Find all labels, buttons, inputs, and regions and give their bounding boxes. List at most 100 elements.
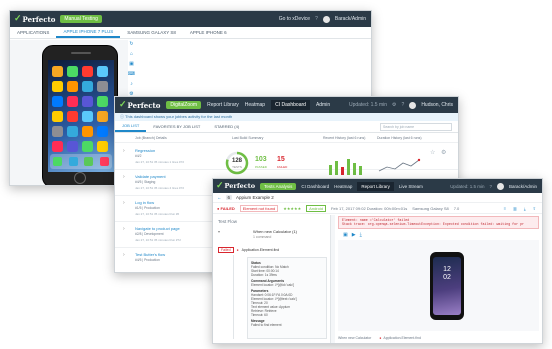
app-icon[interactable] (52, 66, 63, 77)
app-icon[interactable] (82, 96, 93, 107)
app-icon[interactable] (97, 141, 108, 152)
app-icon[interactable] (82, 141, 93, 152)
job-name[interactable]: Validate payment (135, 174, 166, 179)
video-icon[interactable]: ▶ (352, 232, 356, 238)
job-name[interactable]: Test Butter's flow (135, 252, 165, 257)
app-icon[interactable] (67, 111, 78, 122)
app-icon[interactable] (67, 126, 78, 137)
manual-testing-pill[interactable]: Manual Testing (60, 15, 102, 23)
avatar[interactable] (496, 182, 504, 190)
expand-icon[interactable]: › (123, 226, 125, 232)
device-side-toolbar: ↻ ⌂ ▣ ⌨ ♪ ⚙ (128, 41, 135, 97)
job-meta: Jan 27, 10:51 35 minutes 4 lines #72 (135, 186, 185, 190)
app-icon[interactable] (82, 66, 93, 77)
job-name[interactable]: Regression (135, 148, 155, 153)
dock-phone-icon[interactable] (53, 157, 63, 166)
tab-starred[interactable]: STARRED (4) (207, 121, 246, 132)
app-icon[interactable] (97, 96, 108, 107)
app-icon[interactable] (97, 126, 108, 137)
tab-iphone7plus[interactable]: APPLE IPHONE 7 PLUS (56, 27, 121, 38)
gear-icon[interactable]: ⚙ (441, 149, 446, 156)
star-icon[interactable]: ☆ (430, 149, 435, 156)
user-name[interactable]: Barack/Admin (335, 16, 366, 22)
help-icon[interactable]: ? (402, 102, 405, 108)
app-icon[interactable] (67, 141, 78, 152)
iphone-device[interactable] (42, 45, 118, 185)
phone-earpiece (71, 52, 91, 54)
app-icon[interactable] (67, 81, 78, 92)
nav-ci-dashboard[interactable]: CI Dashboard (271, 100, 310, 110)
collapse-icon[interactable]: ▾ (218, 229, 220, 234)
app-icon[interactable] (52, 81, 63, 92)
nav-heatmap[interactable]: Heatmap (334, 184, 352, 189)
tab-favorites[interactable]: FAVORITES BY JOB LIST (146, 121, 207, 132)
back-arrow-icon[interactable]: ← (217, 195, 222, 200)
screenshot-icon[interactable]: ▣ (129, 61, 134, 67)
step-row[interactable]: ▾ When new Calculator (1) 1 command (218, 229, 327, 243)
download-icon[interactable]: ⤓ (524, 206, 526, 211)
avatar[interactable] (409, 101, 417, 109)
tab-galaxy-s8[interactable]: SAMSUNG GALAXY S8 (120, 27, 183, 38)
app-icon[interactable] (97, 66, 108, 77)
job-name[interactable]: Log in flow (135, 200, 154, 205)
nav-report-library[interactable]: Report Library (207, 102, 239, 108)
help-icon[interactable]: ? (489, 184, 492, 189)
user-name[interactable]: Hudson, Chris (421, 102, 453, 108)
tab-applications[interactable]: APPLICATIONS (10, 27, 56, 38)
app-icon[interactable] (82, 126, 93, 137)
app-icon[interactable] (52, 141, 63, 152)
app-icon[interactable] (52, 111, 63, 122)
home-icon[interactable]: ⌂ (130, 51, 133, 57)
avatar[interactable] (322, 15, 330, 23)
settings-icon[interactable]: ⚙ (392, 102, 396, 108)
tab-iphone6[interactable]: APPLE IPHONE 6 (183, 27, 234, 38)
user-name[interactable]: Barack/Admin (509, 184, 537, 189)
app-icon[interactable] (97, 111, 108, 122)
rotate-icon[interactable]: ↻ (129, 41, 133, 47)
perfecto-logo[interactable]: ✓ Perfecto (216, 181, 255, 191)
app-icon[interactable] (52, 96, 63, 107)
galaxy-device[interactable]: 12 02 (430, 252, 464, 320)
app-icon[interactable] (97, 81, 108, 92)
dock-messages-icon[interactable] (84, 157, 94, 166)
phone-screen[interactable] (48, 60, 114, 172)
app-icon[interactable] (82, 81, 93, 92)
help-icon[interactable]: ? (315, 16, 318, 22)
expand-icon[interactable]: › (123, 174, 125, 180)
nav-admin[interactable]: Admin (316, 102, 330, 108)
expand-icon[interactable]: › (123, 200, 125, 206)
job-search-input[interactable]: Search by job name (380, 122, 452, 131)
screenshot-icon[interactable]: ▣ (343, 232, 348, 238)
app-icon[interactable] (67, 66, 78, 77)
xdevice-link[interactable]: Go to xDevice (279, 16, 310, 22)
nav-live-stream[interactable]: Live Stream (399, 184, 423, 189)
perfecto-logo[interactable]: ✓ Perfecto (14, 14, 55, 24)
app-icon[interactable] (67, 96, 78, 107)
chart-icon[interactable]: ▥ (513, 206, 517, 211)
download-icon[interactable]: ⤓ (360, 232, 362, 238)
perfecto-logo[interactable]: ✓ Perfecto (119, 100, 160, 110)
win2-topbar-right: Updated: 1.5 min ⚙ ? Hudson, Chris (349, 101, 458, 109)
panel-splitter[interactable] (331, 215, 335, 343)
rating-stars[interactable]: ★★★★★ (283, 206, 301, 211)
menu-icon[interactable]: ≡ (504, 206, 506, 211)
expand-icon[interactable]: › (123, 148, 125, 154)
phone-home-button[interactable] (74, 172, 86, 184)
dock-music-icon[interactable] (99, 157, 109, 166)
job-name[interactable]: Navigate to product page (135, 226, 180, 231)
app-icon[interactable] (52, 126, 63, 137)
keyboard-icon[interactable]: ⌨ (128, 71, 135, 77)
tab-job-list[interactable]: JOB LIST (115, 121, 147, 132)
nav-report-library[interactable]: Report Library (357, 181, 394, 191)
info-line: Timeout: 60 (251, 313, 268, 317)
app-icon[interactable] (82, 111, 93, 122)
nav-ci-dashboard[interactable]: CI Dashboard (301, 184, 329, 189)
dock-safari-icon[interactable] (68, 157, 78, 166)
failed-command-row[interactable]: Failed ● Application.Element.find (218, 245, 327, 254)
tests-analysis-pill[interactable]: Tests Analysis (260, 182, 297, 190)
expand-icon[interactable]: › (123, 252, 125, 258)
digitalzoom-pill[interactable]: DigitalZoom (166, 101, 202, 109)
share-icon[interactable]: ⇪ (533, 206, 536, 211)
nav-heatmap[interactable]: Heatmap (245, 102, 265, 108)
volume-icon[interactable]: ♪ (130, 81, 133, 87)
